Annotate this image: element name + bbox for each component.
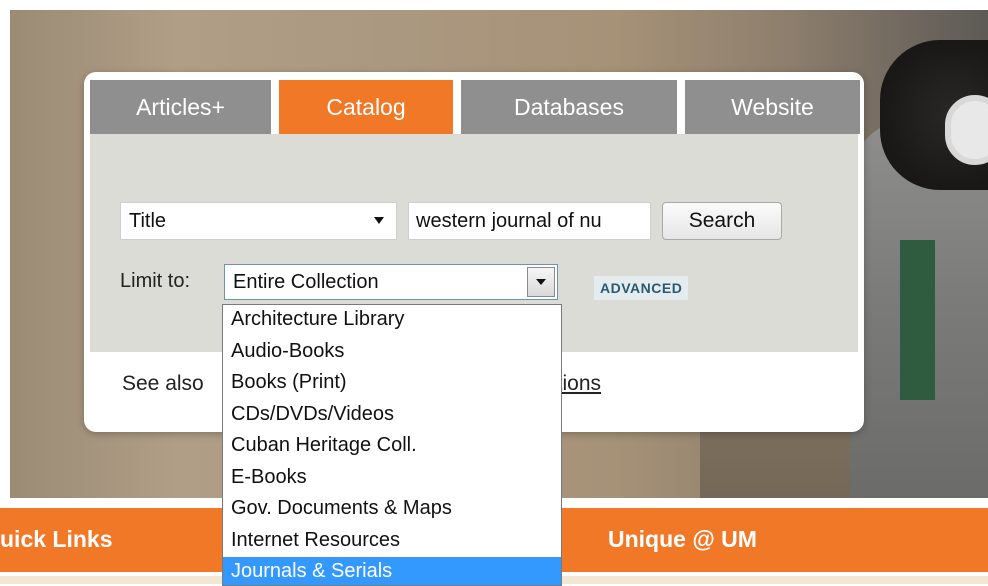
dropdown-option[interactable]: Gov. Documents & Maps — [223, 494, 561, 526]
tab-catalog[interactable]: Catalog — [279, 80, 453, 134]
dropdown-option[interactable]: Architecture Library — [223, 305, 561, 337]
search-field-select-value: Title — [129, 210, 167, 232]
dropdown-option[interactable]: CDs/DVDs/Videos — [223, 400, 561, 432]
hero-left-edge — [0, 0, 10, 498]
tab-website[interactable]: Website — [685, 80, 860, 134]
dropdown-option[interactable]: Audio-Books — [223, 337, 561, 369]
search-button[interactable]: Search — [662, 202, 782, 240]
dropdown-option[interactable]: Cuban Heritage Coll. — [223, 431, 561, 463]
headphones-image — [945, 95, 988, 165]
unique-um-heading[interactable]: Unique @ UM — [608, 526, 757, 553]
hero-bag-strap — [900, 240, 935, 400]
tab-databases[interactable]: Databases — [461, 80, 677, 134]
search-field-select[interactable]: Title — [120, 202, 397, 240]
chevron-down-icon — [374, 217, 384, 224]
search-tabs: Articles+ Catalog Databases Website — [90, 80, 860, 134]
limit-select-value: Entire Collection — [233, 271, 379, 293]
advanced-search-link[interactable]: ADVANCED — [594, 276, 689, 300]
search-input[interactable]: western journal of nu — [408, 202, 651, 240]
dropdown-option[interactable]: Internet Resources — [223, 526, 561, 558]
limit-dropdown-list: Architecture Library Audio-Books Books (… — [222, 304, 562, 586]
limit-select[interactable]: Entire Collection — [224, 264, 558, 300]
quick-links-heading[interactable]: uick Links — [0, 526, 112, 553]
dropdown-option[interactable]: Books (Print) — [223, 368, 561, 400]
dropdown-arrow-icon[interactable] — [527, 267, 555, 297]
limit-label: Limit to: — [120, 270, 191, 292]
hero-top-edge — [0, 0, 988, 10]
dropdown-option[interactable]: E-Books — [223, 463, 561, 495]
see-also-text: See also — [122, 372, 204, 395]
tab-articles[interactable]: Articles+ — [90, 80, 271, 134]
dropdown-option-highlighted[interactable]: Journals & Serials — [223, 557, 561, 585]
